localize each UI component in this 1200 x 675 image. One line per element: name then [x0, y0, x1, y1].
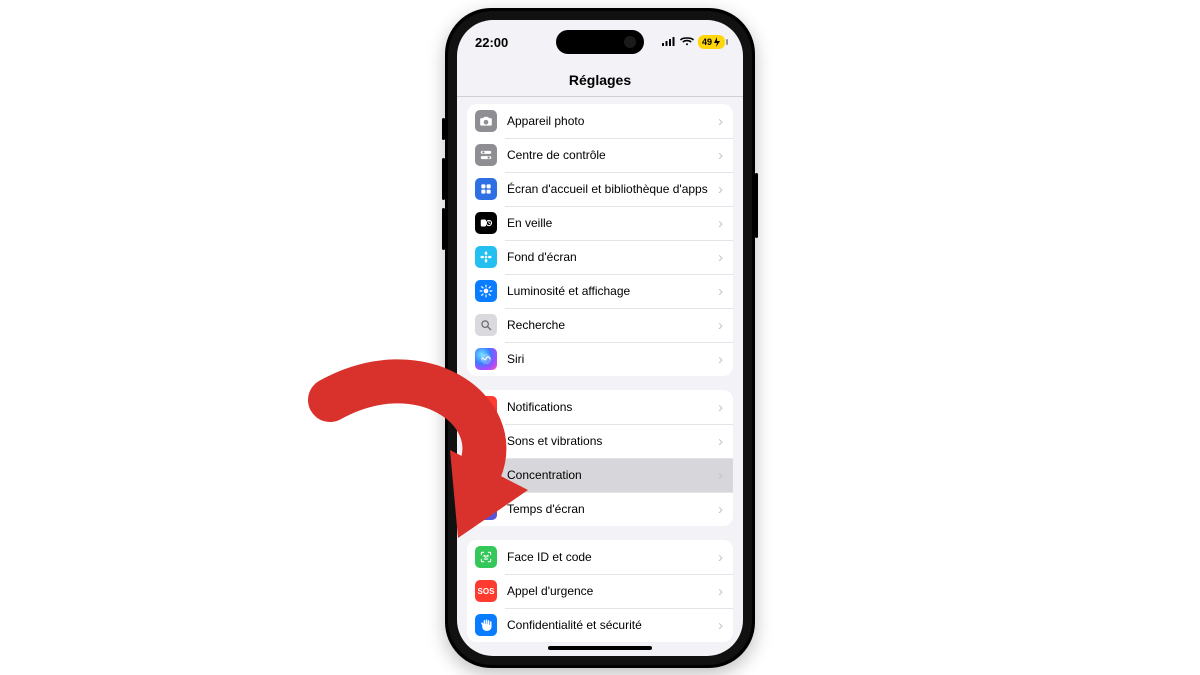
screen: 22:00 49 Réglages Appareil p [457, 20, 743, 656]
volume-down [442, 208, 445, 250]
phone-frame: 22:00 49 Réglages Appareil p [445, 8, 755, 668]
settings-row-search[interactable]: Recherche› [467, 308, 733, 342]
row-label: Luminosité et affichage [507, 284, 718, 298]
settings-row-faceid[interactable]: Face ID et code› [467, 540, 733, 574]
search-icon [475, 314, 497, 336]
chevron-right-icon: › [718, 550, 723, 565]
settings-group-attention: Notifications›Sons et vibrations›Concent… [467, 390, 733, 526]
settings-row-sos[interactable]: SOS Appel d'urgence› [467, 574, 733, 608]
hourglass-icon [475, 498, 497, 520]
sun-icon [475, 280, 497, 302]
chevron-right-icon: › [718, 618, 723, 633]
page-title: Réglages [569, 72, 631, 88]
standby-icon [475, 212, 497, 234]
chevron-right-icon: › [718, 216, 723, 231]
chevron-right-icon: › [718, 250, 723, 265]
camera-icon [475, 110, 497, 132]
row-label: Appel d'urgence [507, 584, 718, 598]
chevron-right-icon: › [718, 434, 723, 449]
row-label: Sons et vibrations [507, 434, 718, 448]
stage: 22:00 49 Réglages Appareil p [0, 0, 1200, 675]
chevron-right-icon: › [718, 468, 723, 483]
row-label: Appareil photo [507, 114, 718, 128]
dynamic-island [556, 30, 644, 54]
flower-icon [475, 246, 497, 268]
settings-row-focus[interactable]: Concentration› [467, 458, 733, 492]
battery-indicator: 49 [698, 35, 725, 49]
settings-row-notifications[interactable]: Notifications› [467, 390, 733, 424]
bell-icon [475, 396, 497, 418]
chevron-right-icon: › [718, 502, 723, 517]
nav-header: Réglages [457, 64, 743, 97]
cellular-icon [662, 35, 676, 49]
battery-text: 49 [702, 37, 712, 47]
sos-icon: SOS [475, 580, 497, 602]
row-label: En veille [507, 216, 718, 230]
settings-row-screentime[interactable]: Temps d'écran› [467, 492, 733, 526]
row-label: Siri [507, 352, 718, 366]
siri-icon [475, 348, 497, 370]
settings-list[interactable]: Appareil photo›Centre de contrôle›Écran … [457, 96, 743, 656]
row-label: Confidentialité et sécurité [507, 618, 718, 632]
chevron-right-icon: › [718, 148, 723, 163]
hand-icon [475, 614, 497, 636]
chevron-right-icon: › [718, 284, 723, 299]
speaker-icon [475, 430, 497, 452]
apps-icon [475, 178, 497, 200]
volume-up [442, 158, 445, 200]
status-right: 49 [662, 35, 725, 49]
row-label: Écran d'accueil et bibliothèque d'apps [507, 182, 718, 196]
chevron-right-icon: › [718, 400, 723, 415]
settings-row-privacy[interactable]: Confidentialité et sécurité› [467, 608, 733, 642]
wifi-icon [680, 35, 694, 49]
chevron-right-icon: › [718, 584, 723, 599]
faceid-icon [475, 546, 497, 568]
home-indicator[interactable] [548, 646, 652, 650]
chevron-right-icon: › [718, 352, 723, 367]
settings-row-siri[interactable]: Siri› [467, 342, 733, 376]
settings-row-brightness[interactable]: Luminosité et affichage› [467, 274, 733, 308]
status-time: 22:00 [475, 35, 508, 50]
row-label: Centre de contrôle [507, 148, 718, 162]
row-label: Face ID et code [507, 550, 718, 564]
power-button [755, 173, 758, 238]
chevron-right-icon: › [718, 114, 723, 129]
settings-row-standby[interactable]: En veille› [467, 206, 733, 240]
mute-switch [442, 118, 445, 140]
row-label: Recherche [507, 318, 718, 332]
row-label: Concentration [507, 468, 718, 482]
moon-icon [475, 464, 497, 486]
settings-group-security: Face ID et code›SOSAppel d'urgence›Confi… [467, 540, 733, 642]
settings-row-wallpaper[interactable]: Fond d'écran› [467, 240, 733, 274]
chevron-right-icon: › [718, 182, 723, 197]
row-label: Fond d'écran [507, 250, 718, 264]
settings-row-controlcenter[interactable]: Centre de contrôle› [467, 138, 733, 172]
settings-row-sounds[interactable]: Sons et vibrations› [467, 424, 733, 458]
row-label: Temps d'écran [507, 502, 718, 516]
toggles-icon [475, 144, 497, 166]
row-label: Notifications [507, 400, 718, 414]
chevron-right-icon: › [718, 318, 723, 333]
settings-row-camera[interactable]: Appareil photo› [467, 104, 733, 138]
settings-group-display: Appareil photo›Centre de contrôle›Écran … [467, 104, 733, 376]
settings-row-homescreen[interactable]: Écran d'accueil et bibliothèque d'apps› [467, 172, 733, 206]
